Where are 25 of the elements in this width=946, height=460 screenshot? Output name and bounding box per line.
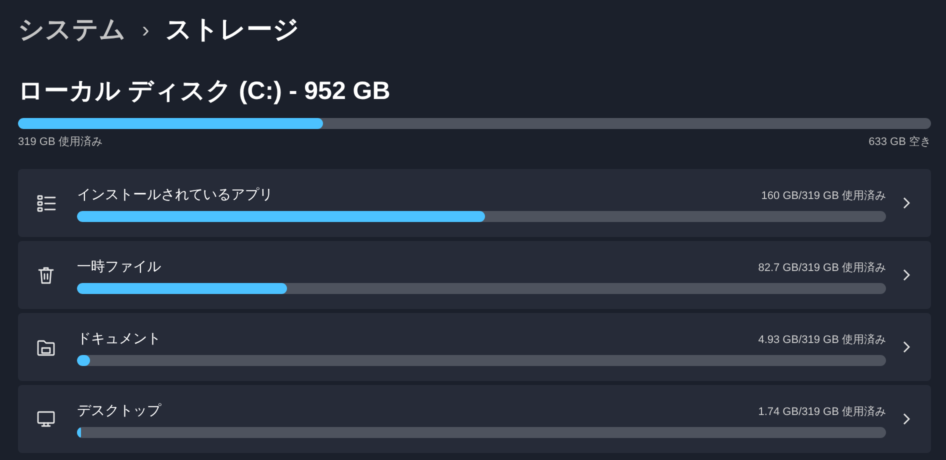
storage-category-card[interactable]: デスクトップ 1.74 GB/319 GB 使用済み <box>18 384 931 452</box>
list-icon <box>36 192 56 212</box>
chevron-right-icon <box>902 268 910 280</box>
trash-icon <box>36 264 56 284</box>
chevron-right-icon <box>902 196 910 208</box>
breadcrumb-item[interactable]: システム <box>18 10 126 48</box>
category-usage: 82.7 GB/319 GB 使用済み <box>758 260 886 276</box>
breadcrumb-item: ストレージ <box>165 12 300 46</box>
chevron-right-icon <box>902 340 910 352</box>
category-usage: 4.93 GB/319 GB 使用済み <box>758 332 886 348</box>
category-name: デスクトップ <box>77 400 161 420</box>
free-label: 633 GB 空き <box>868 134 931 150</box>
category-name: ドキュメント <box>77 328 161 348</box>
category-usage: 160 GB/319 GB 使用済み <box>761 188 886 204</box>
storage-category-card[interactable]: ドキュメント 4.93 GB/319 GB 使用済み <box>18 312 931 380</box>
category-name: 一時ファイル <box>77 256 161 276</box>
breadcrumb-separator: › <box>142 16 150 44</box>
storage-category-card[interactable]: 一時ファイル 82.7 GB/319 GB 使用済み <box>18 240 931 308</box>
category-name: インストールされているアプリ <box>77 184 273 204</box>
monitor-icon <box>36 408 56 428</box>
chevron-right-icon <box>902 412 910 424</box>
storage-category-card[interactable]: インストールされているアプリ 160 GB/319 GB 使用済み <box>18 168 931 236</box>
disk-title: ローカル ディスク (C:) - 952 GB <box>18 76 392 106</box>
category-usage: 1.74 GB/319 GB 使用済み <box>758 404 886 420</box>
used-label: 319 GB 使用済み <box>18 134 102 150</box>
